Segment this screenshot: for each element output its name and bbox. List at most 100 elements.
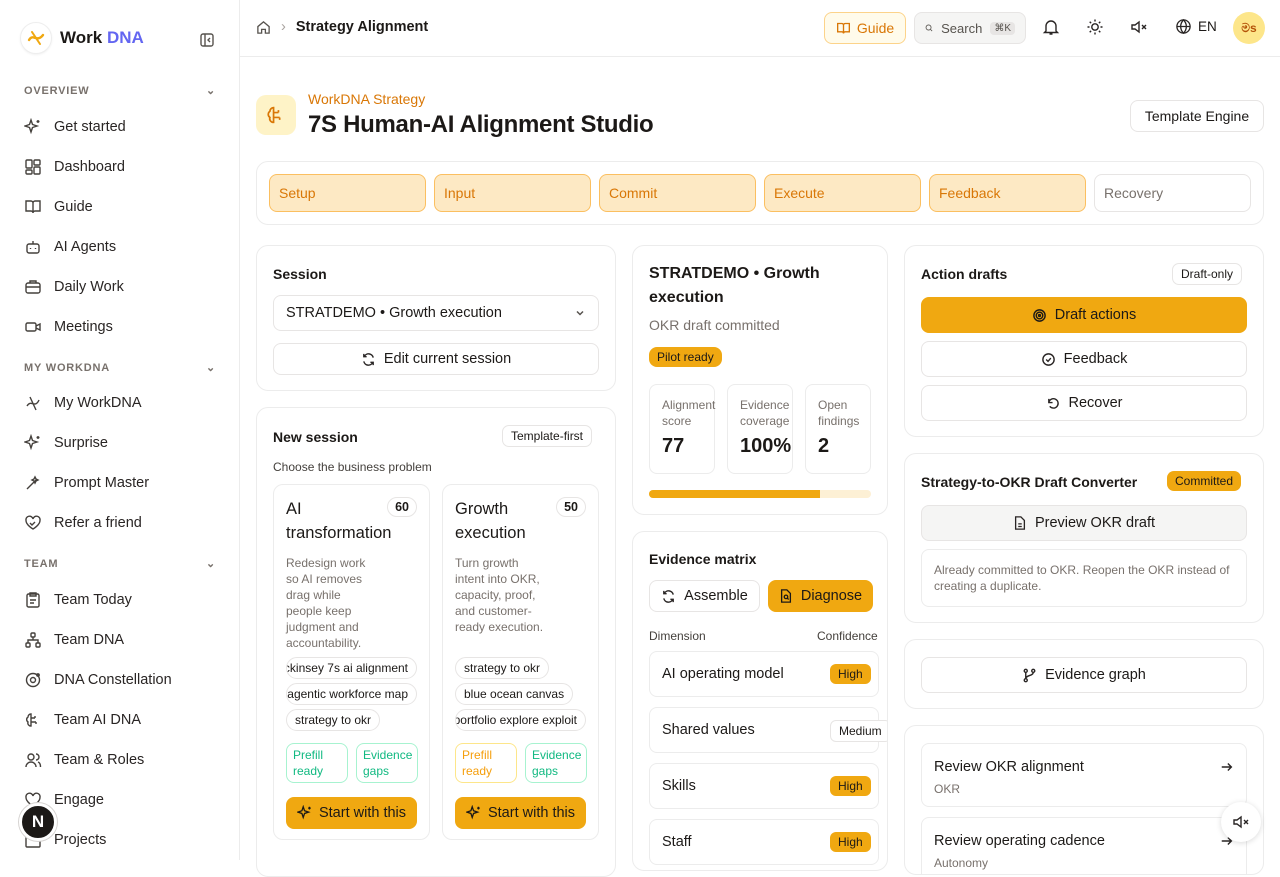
evidence-graph-button[interactable]: Evidence graph [921,657,1247,693]
sidebar-item-label: Daily Work [54,279,124,295]
sidebar-item-label: Get started [54,119,126,135]
search-button[interactable]: Search ⌘K [914,12,1026,44]
sidebar-item-guide[interactable]: Guide [24,195,216,219]
sparkles-icon [24,434,40,451]
problem-score: 50 [556,497,586,517]
step-commit[interactable]: Commit [599,174,756,212]
sidebar-item-daily-work[interactable]: Daily Work [24,275,216,299]
template-tag[interactable]: blue ocean canvas [455,683,574,705]
sidebar-item-label: Surprise [54,435,108,451]
sidebar-item-meetings[interactable]: Meetings [24,315,216,339]
avatar[interactable]: මs [1233,12,1265,44]
table-row[interactable]: Shared values Medium [649,707,887,753]
sidebar-item-engage[interactable]: Engage [24,788,216,812]
session-card: Session STRATDEMO • Growth execution Edi… [256,245,616,391]
volume-mute-icon[interactable] [1130,18,1150,38]
feedback-button[interactable]: Feedback [921,341,1247,377]
new-session-subtitle: Choose the business problem [273,460,432,474]
template-tag[interactable]: ai agentic workforce map [286,683,417,705]
sidebar-collapse-icon[interactable] [199,32,215,48]
sidebar-item-label: Team AI DNA [54,712,142,728]
video-icon [25,322,41,332]
sidebar-item-surprise[interactable]: Surprise [24,431,216,455]
confidence-badge: High [830,664,871,684]
diagnose-button[interactable]: Diagnose [768,580,873,612]
okr-converter-card: Strategy-to-OKR Draft Converter Committe… [904,453,1264,623]
brand[interactable]: Work DNA [20,22,144,54]
assistant-launcher-button[interactable]: N [19,803,57,841]
table-row[interactable]: Staff High [649,819,879,865]
problem-card-ai-transformation[interactable]: AI transformation 60 Redesign work so AI… [273,484,430,840]
preview-okr-draft-button[interactable]: Preview OKR draft [921,505,1247,541]
sun-icon[interactable] [1086,18,1106,38]
problem-description: Redesign work so AI removes drag while p… [286,556,366,650]
section-team[interactable]: TEAM ⌄ [24,557,216,571]
sidebar-item-label: Guide [54,199,93,215]
review-item-okr-alignment[interactable]: Review OKR alignment OKR [921,743,1247,807]
home-icon[interactable] [256,20,271,35]
template-tag[interactable]: mckinsey 7s ai alignment [286,657,417,679]
review-title: Review OKR alignment [934,759,1084,775]
sidebar-item-get-started[interactable]: Get started [24,115,216,139]
section-my-workdna[interactable]: MY WORKDNA ⌄ [24,361,216,375]
evidence-matrix-card: Evidence matrix Assemble Diagnose Dimens… [632,531,888,871]
start-with-this-button[interactable]: Start with this [455,797,586,829]
breadcrumb-current: Strategy Alignment [295,19,429,35]
template-tag[interactable]: strategy to okr [286,709,381,731]
draft-actions-button[interactable]: Draft actions [921,297,1247,333]
new-session-title: New session [273,429,358,445]
sidebar-item-my-workdna[interactable]: My WorkDNA [24,391,216,415]
assemble-button[interactable]: Assemble [649,580,760,612]
sidebar-item-refer-a-friend[interactable]: Refer a friend [24,511,216,535]
table-row[interactable]: Skills High [649,763,879,809]
sidebar-item-dna-constellation[interactable]: DNA Constellation [24,668,216,692]
session-select[interactable]: STRATDEMO • Growth execution [273,295,599,331]
breadcrumb: › Strategy Alignment [256,19,428,35]
sidebar-item-label: Team Today [54,592,132,608]
step-input[interactable]: Input [434,174,591,212]
section-overview[interactable]: OVERVIEW ⌄ [24,84,216,98]
table-row[interactable]: AI operating model High [649,651,879,697]
start-with-this-button[interactable]: Start with this [286,797,417,829]
recover-button[interactable]: Recover [921,385,1247,421]
sidebar-item-label: Refer a friend [54,515,142,531]
sparkles-icon [24,118,40,135]
problem-description: Turn growth intent into OKR, capacity, p… [455,556,544,634]
sidebar-item-label: Team DNA [54,632,125,648]
template-tag[interactable]: portfolio explore exploit [455,709,586,731]
step-setup[interactable]: Setup [269,174,426,212]
sidebar-item-prompt-master[interactable]: Prompt Master [24,471,216,495]
edit-session-button[interactable]: Edit current session [273,343,599,375]
chevron-down-icon: ⌄ [205,362,216,374]
brand-name: Work DNA [60,28,144,47]
okr-note: Already committed to OKR. Reopen the OKR… [921,549,1247,607]
prefill-ready-badge: Prefill ready [286,743,348,783]
sidebar-item-team-roles[interactable]: Team & Roles [24,748,216,772]
problem-card-growth-execution[interactable]: Growth execution 50 Turn growth intent i… [442,484,599,840]
clipboard-icon [26,592,40,608]
confidence-badge: Medium [830,720,887,742]
file-search-icon [780,589,791,603]
confidence-badge: High [830,832,871,852]
git-fork-icon [1023,668,1036,682]
brain-icon [26,713,37,727]
step-feedback[interactable]: Feedback [929,174,1086,212]
template-tag[interactable]: strategy to okr [455,657,550,679]
sidebar-item-dashboard[interactable]: Dashboard [24,155,216,179]
template-engine-button[interactable]: Template Engine [1130,100,1264,132]
workdna-logo-icon [20,22,52,54]
sidebar-item-ai-agents[interactable]: AI Agents [24,235,216,259]
step-execute[interactable]: Execute [764,174,921,212]
sidebar-item-team-today[interactable]: Team Today [24,588,216,612]
step-recovery[interactable]: Recovery [1094,174,1251,212]
review-item-operating-cadence[interactable]: Review operating cadence Autonomy [921,817,1247,874]
guide-button[interactable]: Guide [824,12,906,44]
language-switcher[interactable]: EN [1175,18,1217,35]
sparkles-icon [296,805,311,820]
mute-toggle-button[interactable] [1221,802,1261,842]
sparkles-icon [465,805,480,820]
sidebar-item-team-dna[interactable]: Team DNA [24,628,216,652]
sidebar-item-team-ai-dna[interactable]: Team AI DNA [24,708,216,732]
bell-icon[interactable] [1042,18,1062,38]
template-first-badge: Template-first [502,425,593,447]
